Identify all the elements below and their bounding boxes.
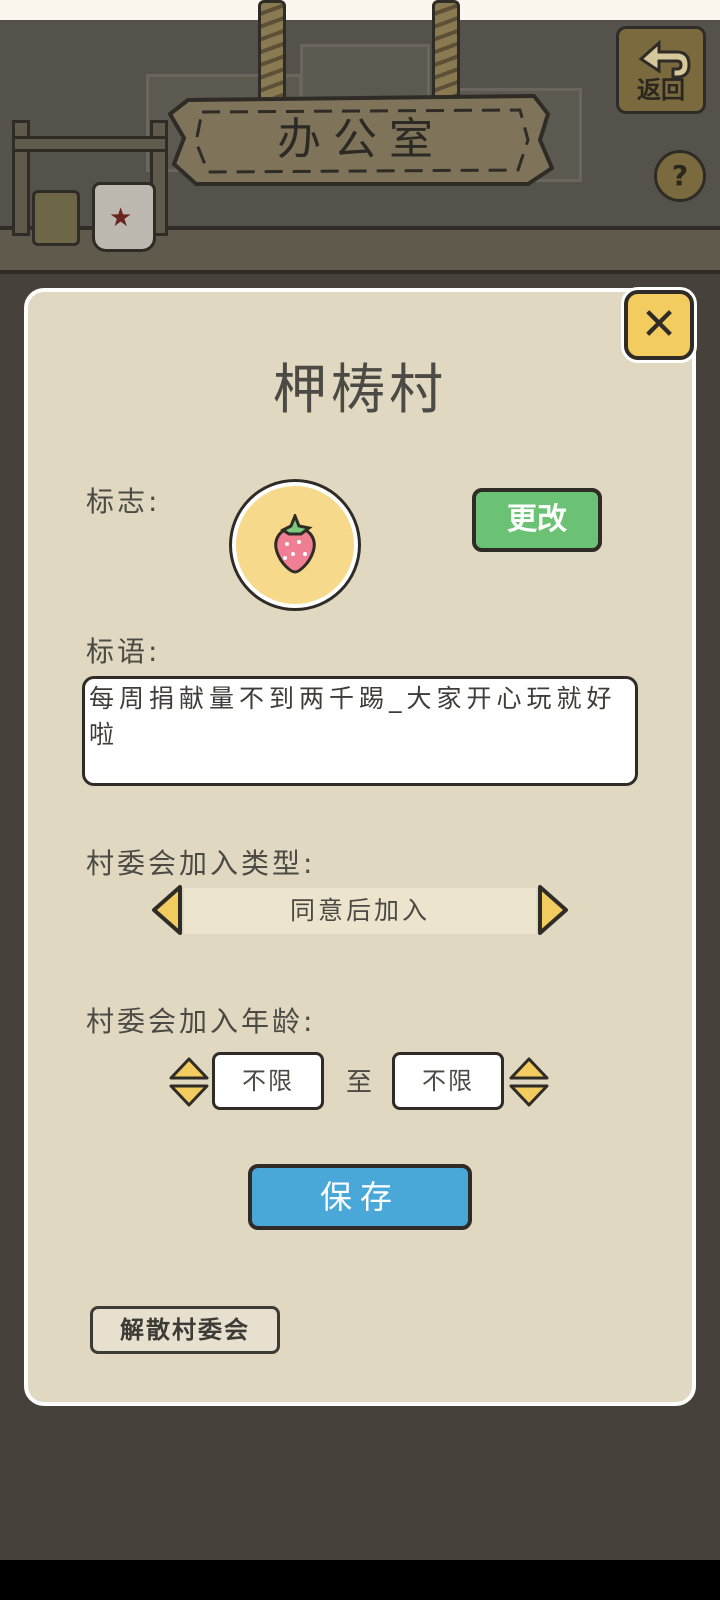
back-label: 返回 xyxy=(637,76,685,104)
sign-title: 办公室 xyxy=(277,114,445,165)
max-age-field[interactable]: 不限 xyxy=(392,1052,504,1110)
logo-label: 标志: xyxy=(86,485,161,518)
join-type-value: 同意后加入 xyxy=(184,888,536,934)
dialog-title: 柙梼村 xyxy=(273,358,447,421)
village-logo[interactable] xyxy=(232,482,358,608)
slogan-input[interactable]: 每周捐献量不到两千踢_大家开心玩就好啦 xyxy=(82,676,638,786)
min-age-field[interactable]: 不限 xyxy=(212,1052,324,1110)
star-icon: ★ xyxy=(109,203,133,233)
back-button[interactable]: 返回 xyxy=(616,26,706,114)
join-type-next-button[interactable] xyxy=(536,884,570,936)
status-strip xyxy=(0,0,720,20)
shelf-rail xyxy=(12,136,168,152)
max-age-stepper[interactable] xyxy=(508,1056,550,1108)
save-button[interactable]: 保存 xyxy=(248,1164,472,1230)
age-range-separator: 至 xyxy=(346,1068,373,1098)
system-nav-bar xyxy=(0,1560,720,1600)
join-age-label: 村委会加入年龄: xyxy=(86,1005,316,1038)
slogan-label: 标语: xyxy=(86,635,161,668)
help-button[interactable]: ? xyxy=(654,150,706,202)
pencil-cup-icon xyxy=(32,190,80,246)
join-type-prev-button[interactable] xyxy=(150,884,184,936)
disband-committee-button[interactable]: 解散村委会 xyxy=(90,1306,280,1354)
join-type-label: 村委会加入类型: xyxy=(86,847,316,880)
change-logo-button[interactable]: 更改 xyxy=(472,488,602,552)
mug-icon: ★ xyxy=(92,182,156,252)
strawberry-icon xyxy=(274,514,316,574)
office-sign: 办公室 xyxy=(167,92,555,188)
min-age-stepper[interactable] xyxy=(168,1056,210,1108)
